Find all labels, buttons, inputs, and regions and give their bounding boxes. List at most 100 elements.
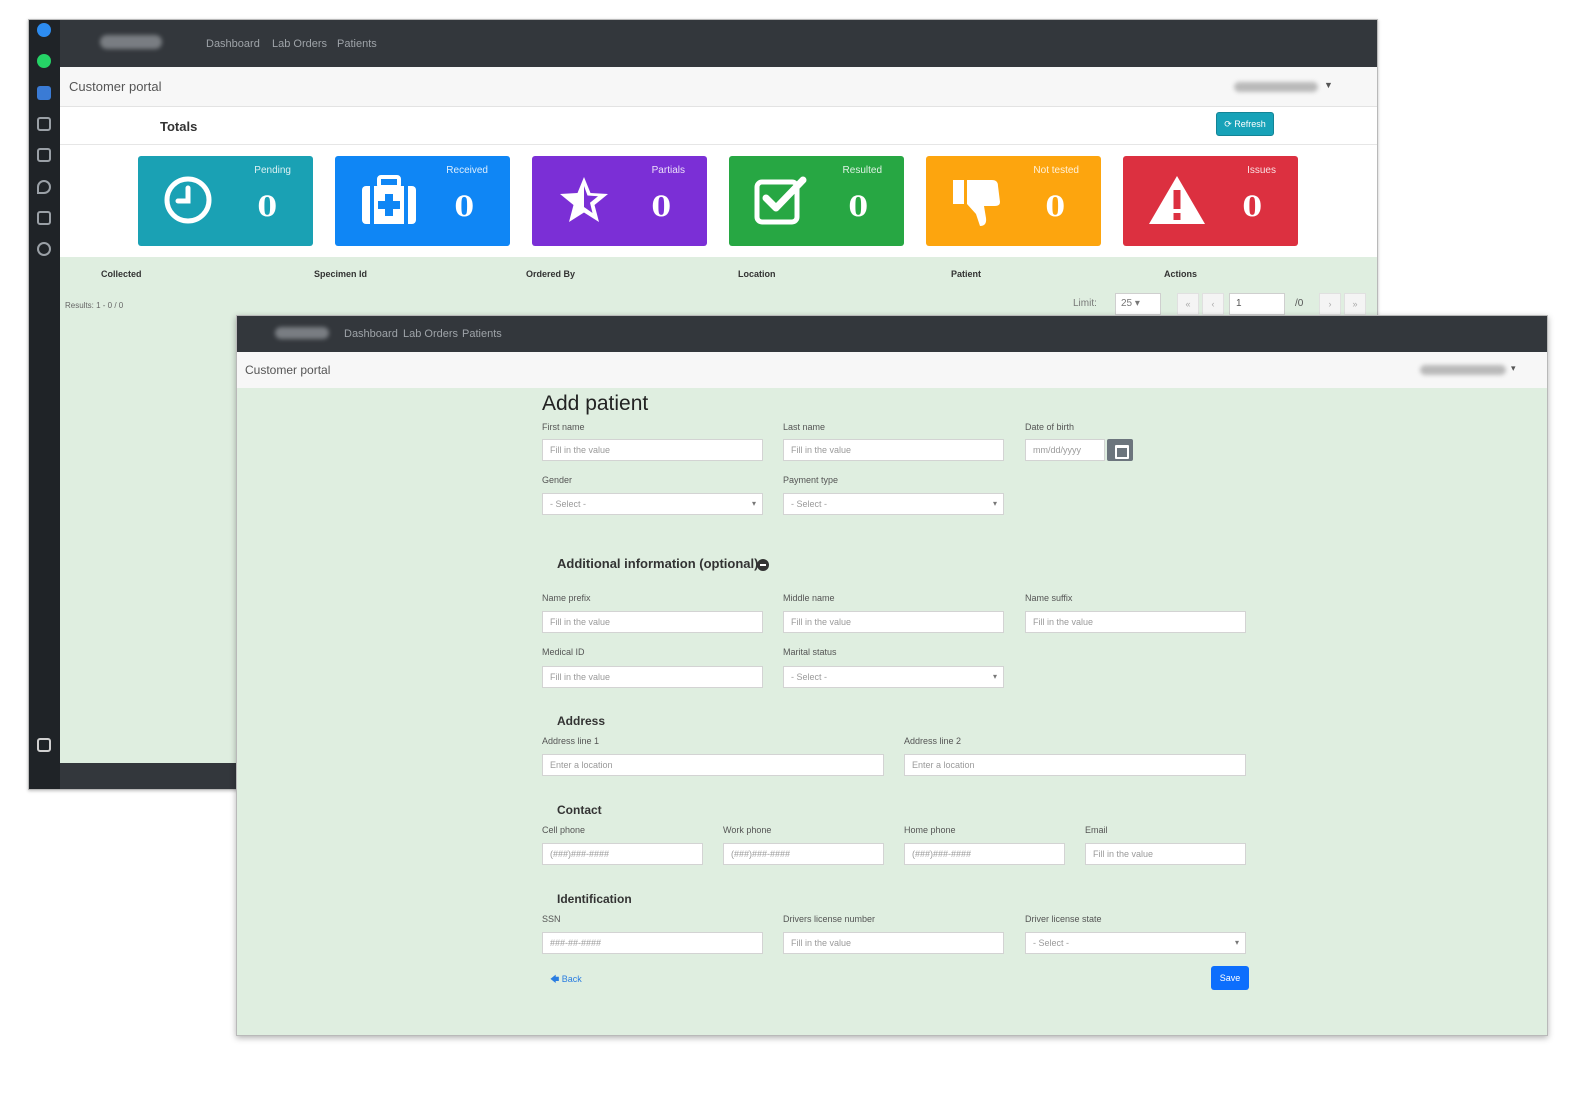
column-patient[interactable]: Patient [951, 269, 981, 279]
name-suffix-label: Name suffix [1025, 593, 1073, 603]
gender-label: Gender [542, 475, 573, 485]
first-name-input[interactable]: Fill in the value [542, 439, 763, 461]
chevron-down-icon: ▾ [1234, 938, 1239, 947]
card-count: 0 [257, 190, 277, 223]
name-prefix-label: Name prefix [542, 593, 591, 603]
card-label: Pending [254, 165, 291, 176]
portal-header: Customer portal ▼ [60, 67, 1377, 107]
column-collected[interactable]: Collected [101, 269, 142, 279]
column-location[interactable]: Location [738, 269, 776, 279]
address-line-2-input[interactable]: Enter a location [904, 754, 1246, 776]
cell-phone-input[interactable]: (###)###-#### [542, 843, 703, 865]
section-contact: Contact [557, 803, 602, 817]
card-resulted[interactable]: Resulted 0 [729, 156, 904, 246]
email-label: Email [1085, 825, 1108, 835]
card-label: Resulted [842, 165, 882, 176]
results-count: Results: 1 - 0 / 0 [65, 301, 124, 310]
warning-icon [1149, 176, 1205, 224]
gender-select[interactable]: - Select - ▾ [542, 493, 763, 515]
chevron-down-icon[interactable]: ▼ [1324, 80, 1333, 90]
collapse-icon[interactable] [757, 559, 769, 571]
address-line-1-label: Address line 1 [542, 736, 600, 746]
heart-icon[interactable] [37, 180, 51, 194]
first-name-label: First name [542, 422, 585, 432]
prev-page-button[interactable]: ‹ [1202, 293, 1224, 315]
home-phone-input[interactable]: (###)###-#### [904, 843, 1065, 865]
chevron-down-icon: ▾ [992, 499, 997, 508]
payment-type-select[interactable]: - Select - ▾ [783, 493, 1004, 515]
chevron-down-icon: ▾ [992, 672, 997, 681]
column-specimen-id[interactable]: Specimen Id [314, 269, 367, 279]
name-prefix-input[interactable]: Fill in the value [542, 611, 763, 633]
app-sidebar [29, 20, 60, 789]
last-name-input[interactable]: Fill in the value [783, 439, 1004, 461]
nav-dashboard[interactable]: Dashboard [206, 38, 260, 50]
calendar-icon[interactable] [1107, 439, 1133, 461]
section-address: Address [557, 714, 606, 728]
name-suffix-input[interactable]: Fill in the value [1025, 611, 1246, 633]
address-line-1-input[interactable]: Enter a location [542, 754, 884, 776]
history-icon[interactable] [37, 242, 51, 256]
totals-title: Totals [160, 119, 198, 134]
save-button[interactable]: Save [1211, 966, 1249, 990]
back-link[interactable]: 🡄 Back [550, 972, 582, 988]
nav-lab-orders[interactable]: Lab Orders [403, 328, 458, 340]
last-name-label: Last name [783, 422, 826, 432]
limit-label: Limit: [1073, 298, 1097, 309]
grid-icon[interactable] [37, 148, 51, 162]
driver-license-state-label: Driver license state [1025, 914, 1102, 924]
card-label: Partials [651, 165, 685, 176]
marital-status-select[interactable]: - Select - ▾ [783, 666, 1004, 688]
user-menu[interactable] [1234, 82, 1318, 92]
reader-icon[interactable] [37, 117, 51, 131]
page-input[interactable]: 1 [1229, 293, 1285, 315]
cell-phone-label: Cell phone [542, 825, 586, 835]
email-input[interactable]: Fill in the value [1085, 843, 1246, 865]
medical-id-input[interactable]: Fill in the value [542, 666, 763, 688]
orders-table-header: Collected Specimen Id Ordered By Locatio… [60, 257, 1377, 289]
messenger-icon[interactable] [37, 23, 51, 37]
whatsapp-icon[interactable] [37, 54, 51, 68]
user-menu[interactable] [1420, 365, 1506, 375]
drivers-license-input[interactable]: Fill in the value [783, 932, 1004, 954]
home-phone-label: Home phone [904, 825, 956, 835]
card-issues[interactable]: Issues 0 [1123, 156, 1298, 246]
first-aid-kit-icon [362, 175, 416, 224]
first-page-button[interactable]: « [1177, 293, 1199, 315]
driver-license-state-select[interactable]: - Select - ▾ [1025, 932, 1246, 954]
work-phone-input[interactable]: (###)###-#### [723, 843, 884, 865]
nav-lab-orders[interactable]: Lab Orders [272, 38, 327, 50]
card-pending[interactable]: Pending 0 [138, 156, 313, 246]
drivers-license-label: Drivers license number [783, 914, 876, 924]
next-page-button[interactable]: › [1319, 293, 1341, 315]
middle-name-input[interactable]: Fill in the value [783, 611, 1004, 633]
card-not-tested[interactable]: Not tested 0 [926, 156, 1101, 246]
chat-icon[interactable] [37, 86, 51, 100]
status-cards: Pending 0 Received 0 Partials 0 Resulted… [60, 145, 1377, 257]
nav-patients[interactable]: Patients [337, 38, 377, 50]
limit-select[interactable]: 25 ▾ [1115, 293, 1161, 315]
nav-dashboard[interactable]: Dashboard [344, 328, 398, 340]
top-navbar: Dashboard Lab Orders Patients [60, 20, 1377, 67]
clock-icon [164, 176, 212, 224]
marital-status-label: Marital status [783, 647, 837, 657]
gender-value: - Select - [550, 499, 587, 509]
marital-status-value: - Select - [791, 672, 828, 682]
card-received[interactable]: Received 0 [335, 156, 510, 246]
chevron-down-icon: ▾ [751, 499, 756, 508]
page-title: Add patient [542, 392, 649, 415]
last-page-button[interactable]: » [1344, 293, 1366, 315]
dob-input[interactable]: mm/dd/yyyy [1025, 439, 1105, 461]
ssn-input[interactable]: ###-##-#### [542, 932, 763, 954]
sidebar-toggle-icon[interactable] [37, 738, 51, 752]
section-additional-info[interactable]: Additional information (optional) [557, 556, 758, 571]
chevron-down-icon[interactable]: ▾ [1511, 363, 1516, 374]
column-ordered-by[interactable]: Ordered By [526, 269, 575, 279]
brand-logo[interactable] [100, 35, 162, 49]
wallet-icon[interactable] [37, 211, 51, 225]
nav-patients[interactable]: Patients [462, 328, 502, 340]
card-partials[interactable]: Partials 0 [532, 156, 707, 246]
brand-logo[interactable] [275, 327, 329, 339]
refresh-button[interactable]: ⟳ Refresh [1216, 112, 1274, 136]
portal-title: Customer portal [245, 363, 331, 377]
